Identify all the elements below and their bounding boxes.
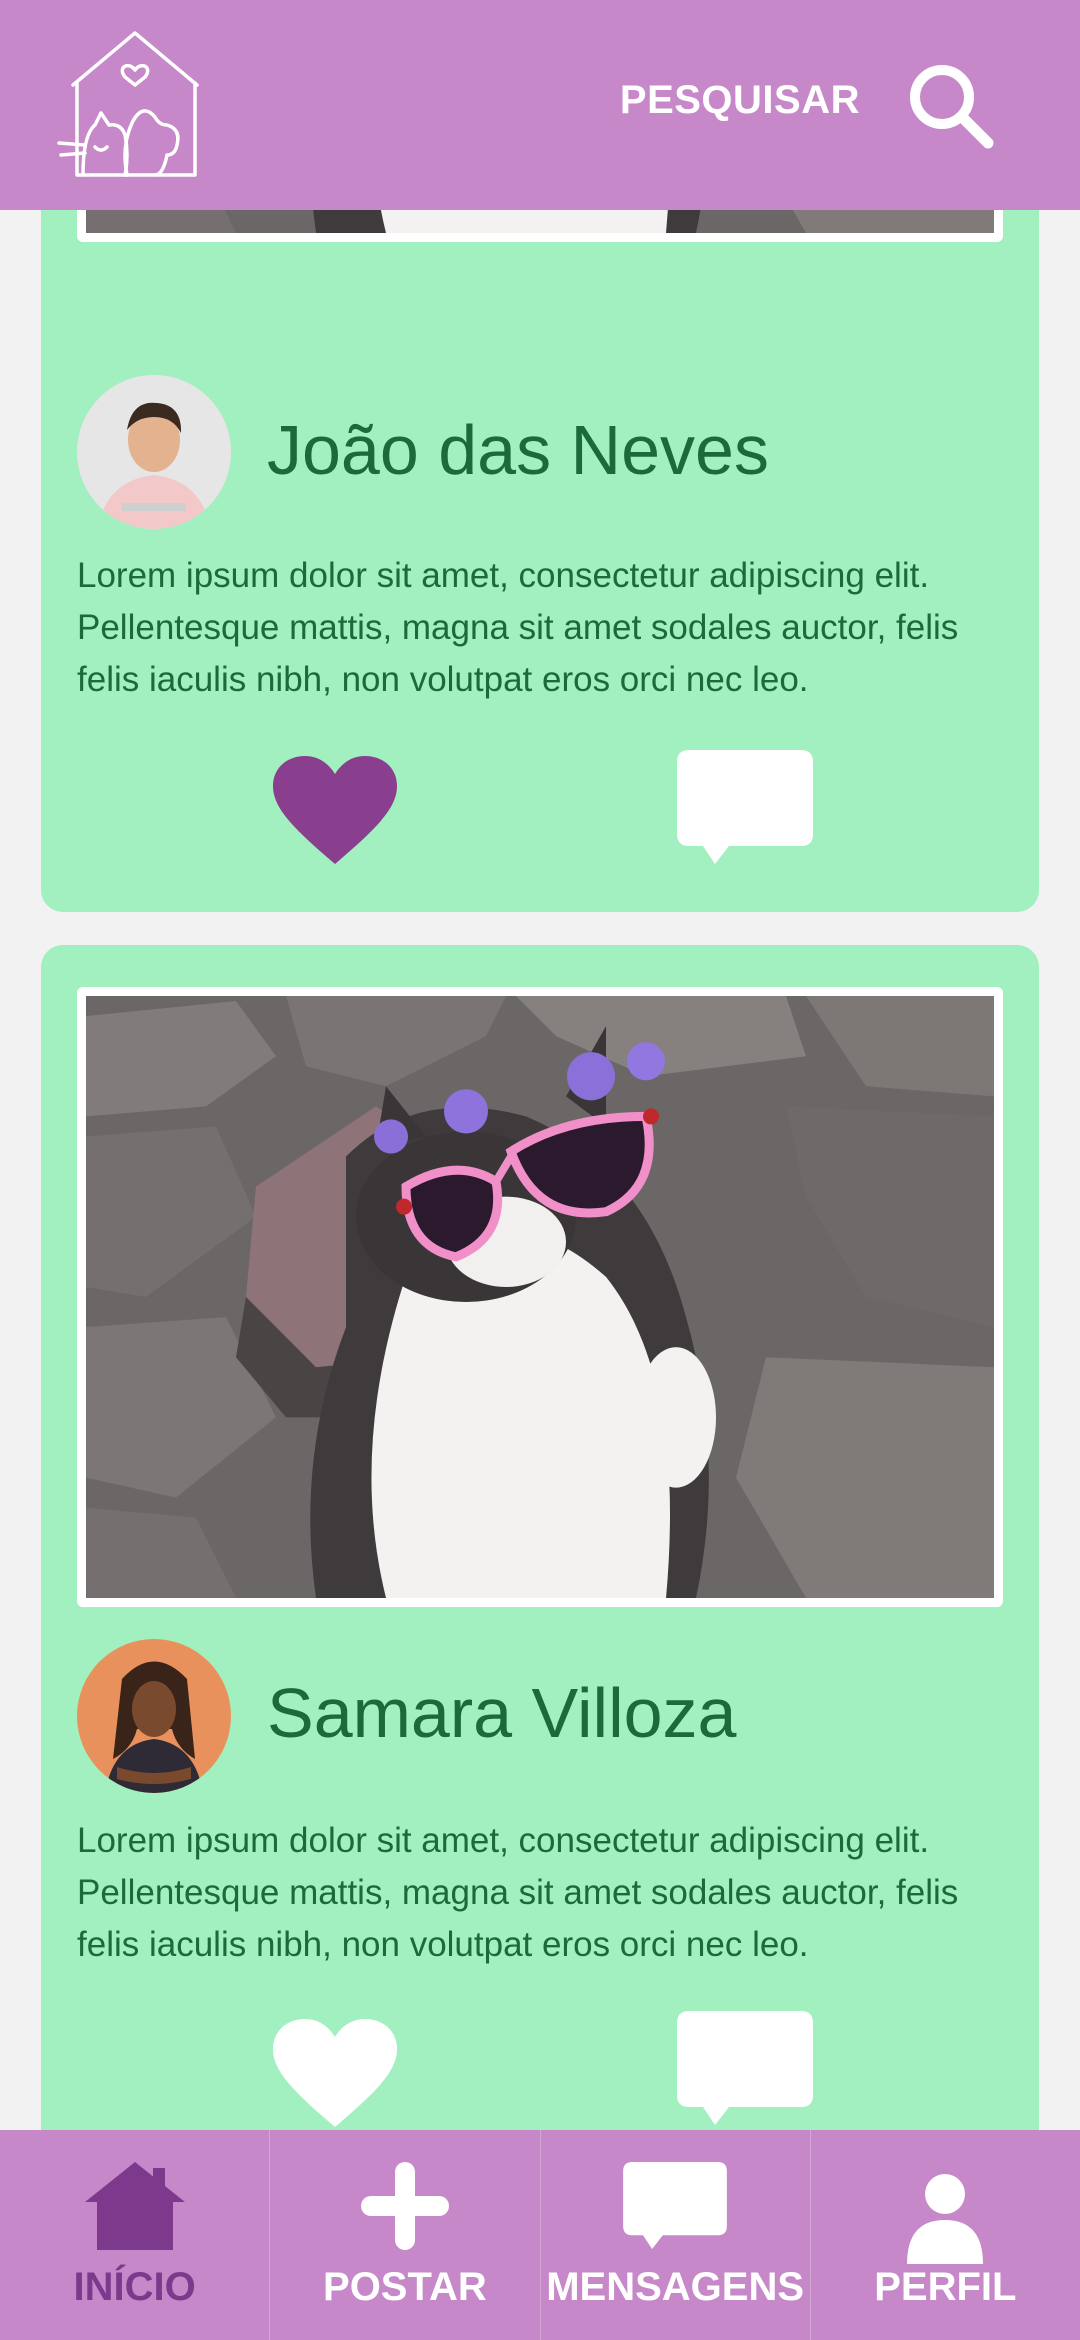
nav-label: PERFIL bbox=[874, 2265, 1017, 2309]
author-name[interactable]: Samara Villoza bbox=[267, 1673, 737, 1753]
search-icon[interactable] bbox=[905, 60, 995, 150]
post-text: Lorem ipsum dolor sit amet, consectetur … bbox=[77, 1821, 959, 1964]
nav-label: INÍCIO bbox=[73, 2265, 196, 2309]
cat-photo[interactable] bbox=[86, 996, 994, 1598]
avatar[interactable] bbox=[77, 375, 231, 529]
top-bar: PESQUISAR bbox=[0, 0, 1080, 210]
chat-bubble-icon bbox=[623, 2162, 727, 2249]
nav-item-mensagens[interactable]: MENSAGENS bbox=[541, 2130, 811, 2340]
nav-item-postar[interactable]: POSTAR bbox=[270, 2130, 541, 2340]
feed: João das Neves Lorem ipsum dolor sit ame… bbox=[0, 0, 1080, 2340]
search-label[interactable]: PESQUISAR bbox=[620, 78, 860, 123]
avatar[interactable] bbox=[77, 1639, 231, 1793]
comment-icon[interactable] bbox=[677, 750, 813, 868]
comment-icon[interactable] bbox=[677, 2011, 813, 2129]
post-photo-frame bbox=[77, 987, 1003, 1607]
heart-icon[interactable] bbox=[273, 756, 397, 868]
bottom-nav: INÍCIO POSTAR MENSAGENS PERFIL bbox=[0, 2130, 1080, 2340]
home-icon bbox=[84, 2162, 185, 2250]
user-icon bbox=[907, 2174, 984, 2264]
plus-icon bbox=[360, 2162, 449, 2250]
post-text: Lorem ipsum dolor sit amet, consectetur … bbox=[77, 556, 959, 699]
nav-label: POSTAR bbox=[323, 2265, 487, 2309]
post-card: Samara Villoza Lorem ipsum dolor sit ame… bbox=[41, 945, 1039, 2277]
pet-house-logo-icon[interactable] bbox=[55, 25, 215, 185]
author-name[interactable]: João das Neves bbox=[267, 410, 769, 490]
nav-label: MENSAGENS bbox=[546, 2265, 805, 2309]
nav-item-inicio[interactable]: INÍCIO bbox=[0, 2130, 271, 2340]
nav-item-perfil[interactable]: PERFIL bbox=[811, 2130, 1080, 2340]
heart-icon[interactable] bbox=[273, 2019, 397, 2131]
